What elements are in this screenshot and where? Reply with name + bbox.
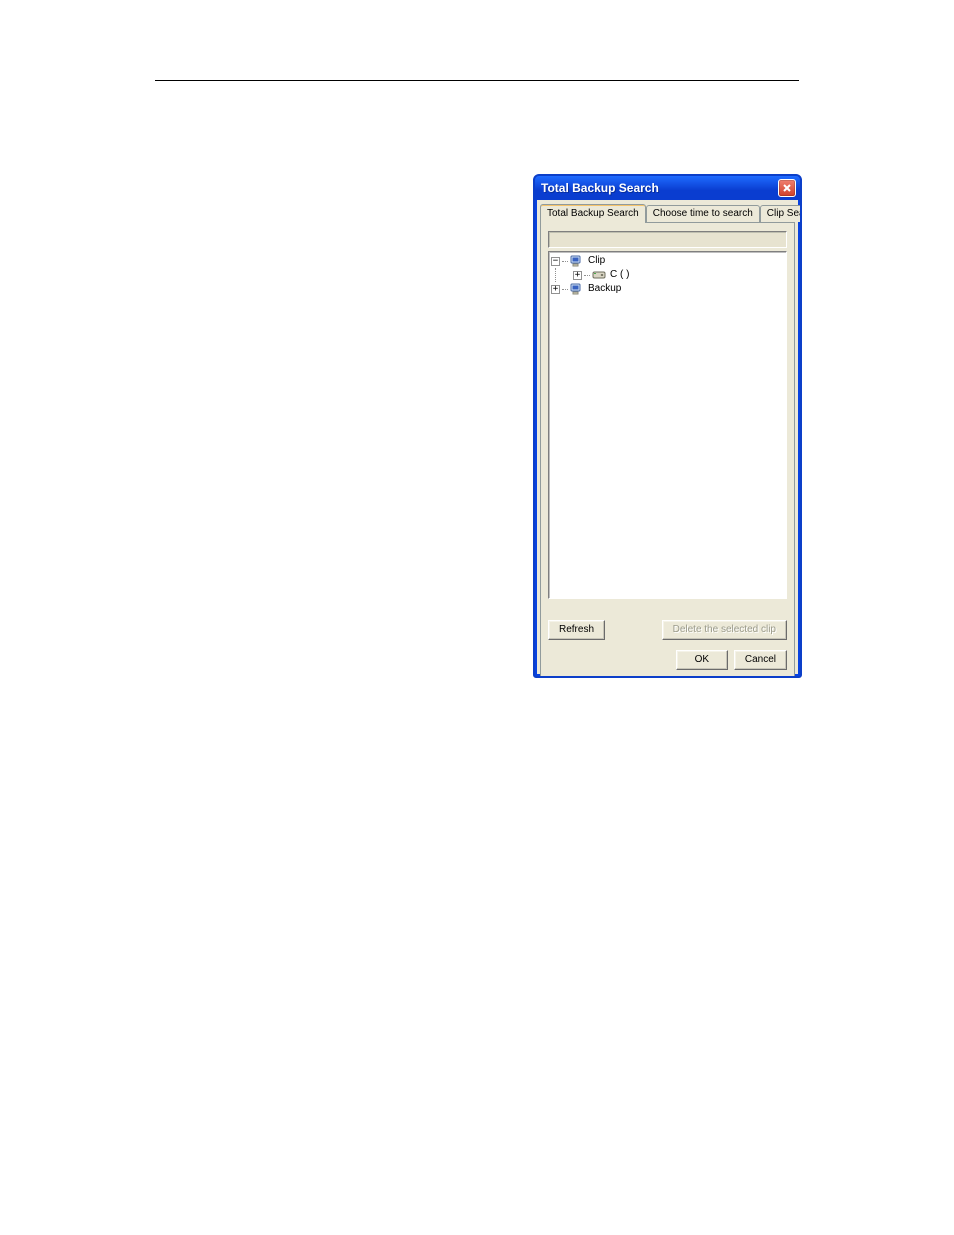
delete-selected-clip-button: Delete the selected clip <box>662 620 787 640</box>
tree-node-clip[interactable]: − Clip <box>551 254 784 268</box>
close-icon <box>782 183 792 193</box>
tab-total-backup-search[interactable]: Total Backup Search <box>540 204 646 223</box>
ok-button[interactable]: OK <box>676 650 728 670</box>
tree-view[interactable]: − Clip <box>548 251 787 599</box>
computer-icon <box>570 255 584 267</box>
client-area: Total Backup Search Choose time to searc… <box>537 200 798 674</box>
button-row-confirm: OK Cancel <box>676 650 787 670</box>
drive-icon <box>592 270 606 280</box>
tree-expander-minus[interactable]: − <box>551 257 560 266</box>
close-button[interactable] <box>778 179 796 197</box>
tree-node-label: Backup <box>586 282 621 296</box>
tree-expander-plus[interactable]: + <box>551 285 560 294</box>
tree-node-label: C ( ) <box>608 268 629 282</box>
titlebar[interactable]: Total Backup Search <box>535 176 800 200</box>
button-row-actions: Refresh Delete the selected clip <box>548 620 787 640</box>
tree-node-drive-c[interactable]: + C ( ) <box>551 268 784 282</box>
refresh-button[interactable]: Refresh <box>548 620 605 640</box>
tab-clip-search[interactable]: Clip Search <box>760 205 802 222</box>
total-backup-search-dialog: Total Backup Search Total Backup Search … <box>533 174 802 678</box>
tree-expander-plus[interactable]: + <box>573 271 582 280</box>
tab-strip: Total Backup Search Choose time to searc… <box>540 203 795 222</box>
horizontal-rule <box>155 80 799 81</box>
computer-icon <box>570 283 584 295</box>
tab-panel-total-backup-search: − Clip <box>540 222 795 677</box>
window-title: Total Backup Search <box>541 181 659 195</box>
tab-choose-time-to-search[interactable]: Choose time to search <box>646 205 760 222</box>
tree-node-label: Clip <box>586 254 605 268</box>
cancel-button[interactable]: Cancel <box>734 650 787 670</box>
tree-node-backup[interactable]: + Backup <box>551 282 784 296</box>
path-display <box>548 231 787 248</box>
